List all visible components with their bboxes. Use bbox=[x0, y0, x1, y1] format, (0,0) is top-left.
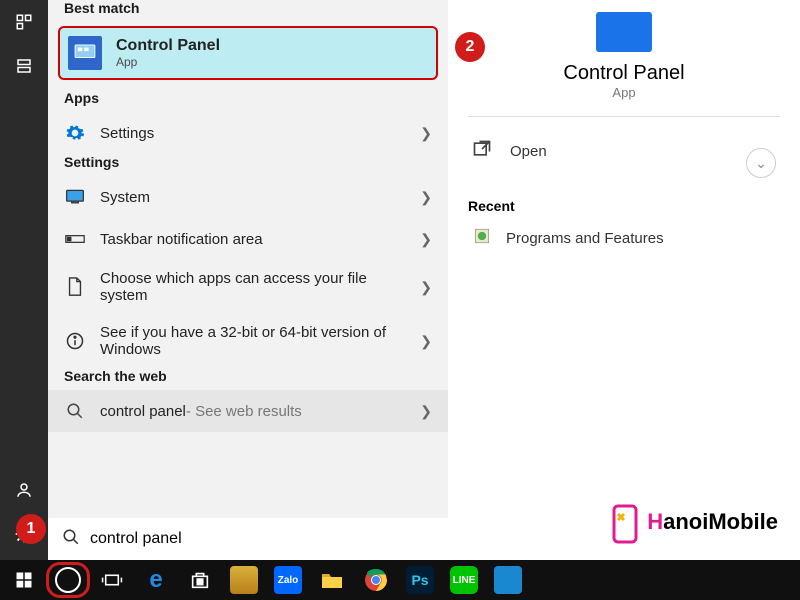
explorer-button[interactable] bbox=[310, 560, 354, 600]
web-suffix: - See web results bbox=[186, 403, 302, 420]
gear-icon bbox=[64, 122, 86, 144]
search-input[interactable] bbox=[90, 530, 434, 548]
watermark-rest: anoiMobile bbox=[663, 509, 778, 534]
monitor-icon bbox=[64, 186, 86, 208]
search-icon bbox=[62, 528, 80, 551]
search-input-box[interactable] bbox=[48, 518, 448, 560]
control-panel-large-icon bbox=[596, 12, 652, 52]
chevron-right-icon: ❯ bbox=[420, 189, 432, 206]
chevron-right-icon: ❯ bbox=[420, 125, 432, 142]
taskbar-app-1[interactable] bbox=[222, 560, 266, 600]
search-web-header: Search the web bbox=[48, 368, 448, 390]
rail-recent-icon[interactable] bbox=[0, 0, 48, 44]
chrome-icon bbox=[362, 566, 390, 594]
store-button[interactable] bbox=[178, 560, 222, 600]
app-icon bbox=[230, 566, 258, 594]
chevron-right-icon: ❯ bbox=[420, 231, 432, 248]
chevron-right-icon: ❯ bbox=[420, 279, 432, 296]
expand-chevron-icon[interactable]: ⌄ bbox=[746, 148, 776, 178]
chevron-right-icon: ❯ bbox=[420, 333, 432, 350]
settings-item-label: Choose which apps can access your file s… bbox=[100, 270, 400, 304]
store-icon bbox=[186, 566, 214, 594]
settings-item-taskbar[interactable]: Taskbar notification area ❯ bbox=[48, 218, 448, 260]
photoshop-icon: Ps bbox=[406, 566, 434, 594]
open-action[interactable]: Open bbox=[468, 133, 780, 170]
settings-item-file-access[interactable]: Choose which apps can access your file s… bbox=[48, 260, 448, 314]
apps-item-label: Settings bbox=[100, 125, 154, 142]
zalo-button[interactable]: Zalo bbox=[266, 560, 310, 600]
annotation-badge-2: 2 bbox=[455, 32, 485, 62]
settings-header: Settings bbox=[48, 154, 448, 176]
settings-item-label: See if you have a 32-bit or 64-bit versi… bbox=[100, 324, 400, 358]
preview-subtitle: App bbox=[468, 85, 780, 100]
chevron-right-icon: ❯ bbox=[420, 403, 432, 420]
rail-person-icon[interactable] bbox=[0, 468, 48, 512]
start-button[interactable] bbox=[2, 560, 46, 600]
taskbar-icon bbox=[64, 228, 86, 250]
search-icon bbox=[64, 400, 86, 422]
start-menu-rail bbox=[0, 0, 48, 600]
photoshop-button[interactable]: Ps bbox=[398, 560, 442, 600]
edge-icon: e bbox=[142, 566, 170, 594]
preview-panel: Control Panel App Open ⌄ Recent Programs… bbox=[448, 0, 800, 540]
divider bbox=[468, 116, 780, 117]
programs-features-icon bbox=[472, 226, 492, 250]
recent-header: Recent bbox=[468, 198, 780, 214]
search-results-panel: Best match Control Panel App Apps Settin… bbox=[48, 0, 448, 540]
zalo-icon: Zalo bbox=[274, 566, 302, 594]
taskbar: e Zalo Ps LINE bbox=[0, 560, 800, 600]
watermark-h: H bbox=[647, 509, 663, 534]
app-icon bbox=[494, 566, 522, 594]
recent-item-label: Programs and Features bbox=[506, 230, 664, 247]
file-icon bbox=[64, 276, 86, 298]
best-match-result[interactable]: Control Panel App bbox=[58, 26, 438, 80]
settings-item-label: System bbox=[100, 189, 150, 206]
recent-item[interactable]: Programs and Features bbox=[468, 214, 780, 262]
annotation-ring-1 bbox=[46, 562, 90, 598]
best-match-header: Best match bbox=[48, 0, 448, 22]
best-match-title: Control Panel bbox=[116, 37, 220, 55]
edge-button[interactable]: e bbox=[134, 560, 178, 600]
task-view-button[interactable] bbox=[90, 560, 134, 600]
settings-item-bitness[interactable]: See if you have a 32-bit or 64-bit versi… bbox=[48, 314, 448, 368]
web-result[interactable]: control panel - See web results ❯ bbox=[48, 390, 448, 432]
open-label: Open bbox=[510, 143, 547, 160]
preview-title: Control Panel bbox=[468, 62, 780, 85]
rail-apps-icon[interactable] bbox=[0, 44, 48, 88]
watermark: HanoiMobile bbox=[608, 504, 778, 544]
phone-wrench-icon bbox=[608, 504, 642, 544]
taskbar-app-2[interactable] bbox=[486, 560, 530, 600]
control-panel-icon bbox=[68, 36, 102, 70]
open-icon bbox=[472, 139, 492, 164]
info-icon bbox=[64, 330, 86, 352]
best-match-subtitle: App bbox=[116, 55, 220, 69]
folder-icon bbox=[318, 566, 346, 594]
settings-item-label: Taskbar notification area bbox=[100, 231, 263, 248]
line-icon: LINE bbox=[450, 566, 478, 594]
chrome-button[interactable] bbox=[354, 560, 398, 600]
line-button[interactable]: LINE bbox=[442, 560, 486, 600]
annotation-badge-1: 1 bbox=[16, 514, 46, 544]
apps-header: Apps bbox=[48, 90, 448, 112]
web-query: control panel bbox=[100, 403, 186, 420]
settings-item-system[interactable]: System ❯ bbox=[48, 176, 448, 218]
apps-item-settings[interactable]: Settings ❯ bbox=[48, 112, 448, 154]
